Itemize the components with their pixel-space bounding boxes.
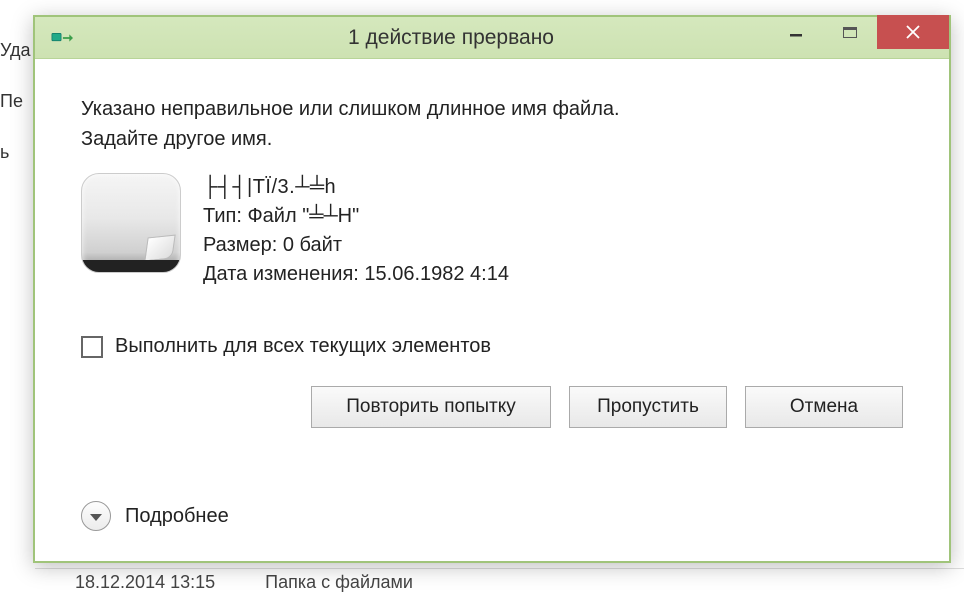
apply-all-row[interactable]: Выполнить для всех текущих элементов xyxy=(81,335,903,358)
button-row: Повторить попытку Пропустить Отмена xyxy=(81,386,903,428)
file-name: ├┤┤|ТЇ/3.┴╧h xyxy=(203,173,903,202)
window-controls xyxy=(769,15,949,49)
file-modified-value: 15.06.1982 4:14 xyxy=(364,263,509,285)
error-message-line1: Указано неправильное или слишком длинное… xyxy=(81,95,903,123)
bg-fragment: Пе xyxy=(0,91,30,112)
file-modified-row: Дата изменения: 15.06.1982 4:14 xyxy=(203,260,903,289)
bg-left-fragments: Уда Пе ь xyxy=(0,40,30,193)
bg-fragment: ь xyxy=(0,142,30,163)
details-expander[interactable]: Подробнее xyxy=(81,501,903,537)
apply-all-label: Выполнить для всех текущих элементов xyxy=(115,335,491,358)
minimize-button[interactable] xyxy=(769,15,823,49)
file-size-row: Размер: 0 байт xyxy=(203,231,903,260)
transfer-icon xyxy=(51,29,73,47)
error-dialog: 1 действие прервано Указано неправильное… xyxy=(33,15,951,563)
bg-status-bar: 18.12.2014 13:15 Папка с файлами xyxy=(35,568,964,596)
details-label: Подробнее xyxy=(125,505,229,528)
file-type-row: Тип: Файл "╧┴Н" xyxy=(203,202,903,231)
close-button[interactable] xyxy=(877,15,949,49)
bg-type: Папка с файлами xyxy=(265,572,413,593)
apply-all-checkbox[interactable] xyxy=(81,336,103,358)
file-type-label: Тип: xyxy=(203,205,242,227)
file-info-row: ├┤┤|ТЇ/3.┴╧h Тип: Файл "╧┴Н" Размер: 0 б… xyxy=(81,173,903,289)
cancel-button[interactable]: Отмена xyxy=(745,386,903,428)
bg-fragment: Уда xyxy=(0,40,30,61)
file-thumbnail-icon xyxy=(81,173,181,273)
dialog-body: Указано неправильное или слишком длинное… xyxy=(35,59,949,561)
bg-date: 18.12.2014 13:15 xyxy=(75,572,215,593)
maximize-button[interactable] xyxy=(823,15,877,49)
file-size-value: 0 байт xyxy=(283,234,342,256)
error-message-line2: Задайте другое имя. xyxy=(81,125,903,153)
retry-button[interactable]: Повторить попытку xyxy=(311,386,551,428)
skip-button[interactable]: Пропустить xyxy=(569,386,727,428)
file-size-label: Размер: xyxy=(203,234,277,256)
file-modified-label: Дата изменения: xyxy=(203,263,359,285)
file-type-value: Файл "╧┴Н" xyxy=(247,205,359,227)
titlebar[interactable]: 1 действие прервано xyxy=(35,17,949,59)
file-details: ├┤┤|ТЇ/3.┴╧h Тип: Файл "╧┴Н" Размер: 0 б… xyxy=(203,173,903,289)
chevron-down-icon[interactable] xyxy=(81,501,111,531)
